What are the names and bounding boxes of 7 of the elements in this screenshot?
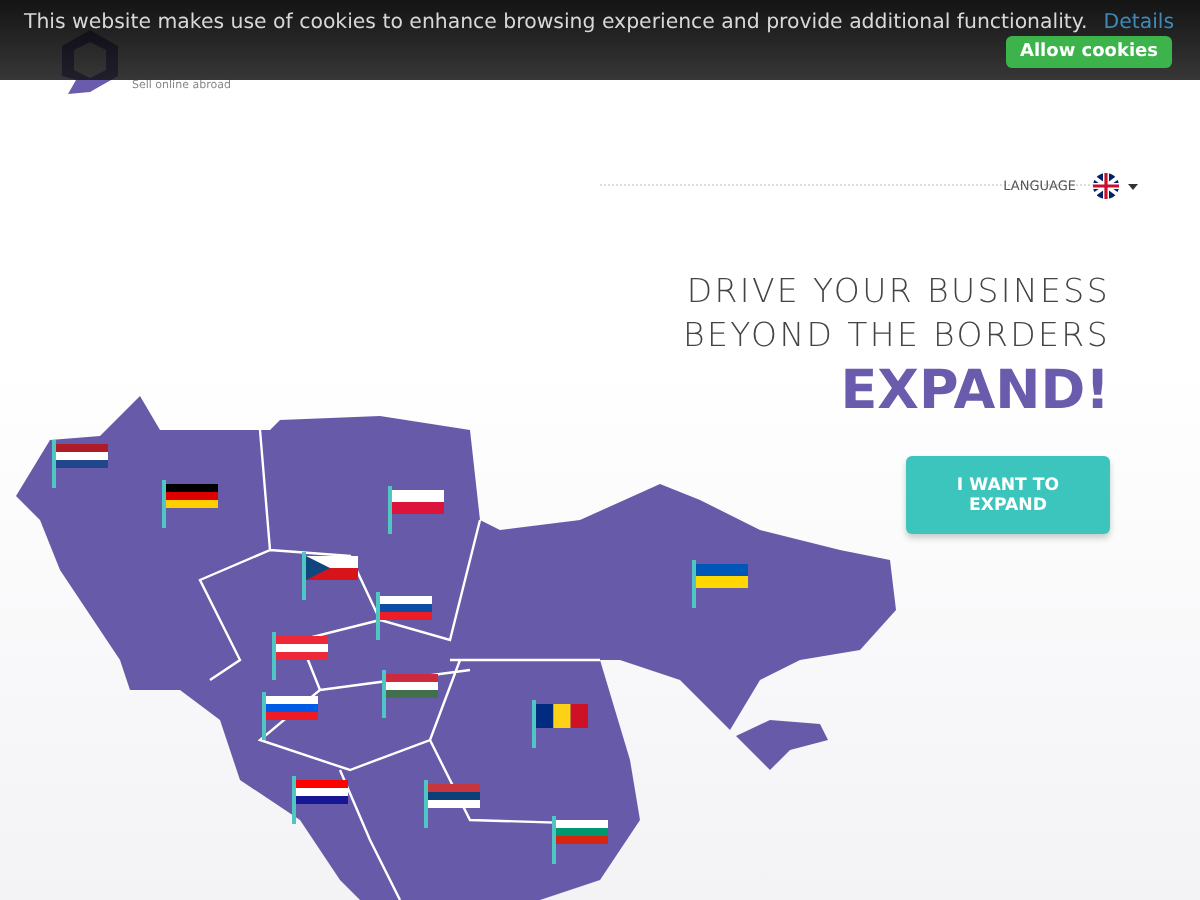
details-link[interactable]: Details [1103,12,1175,34]
cookie-message: This website makes use of cookies to enhance browsing experience and provide additional functionality. [24,12,1088,34]
flag-dropdown-icon[interactable] [1092,172,1140,200]
expand-button[interactable]: I WANT TO EXPAND [906,456,1110,534]
hero-headline: DRIVE YOUR BUSINESS BEYOND THE BORDERS [681,270,1110,358]
hero-emphasis: EXPAND! [840,358,1110,426]
allow-cookies-button[interactable]: Allow cookies [1006,36,1172,68]
